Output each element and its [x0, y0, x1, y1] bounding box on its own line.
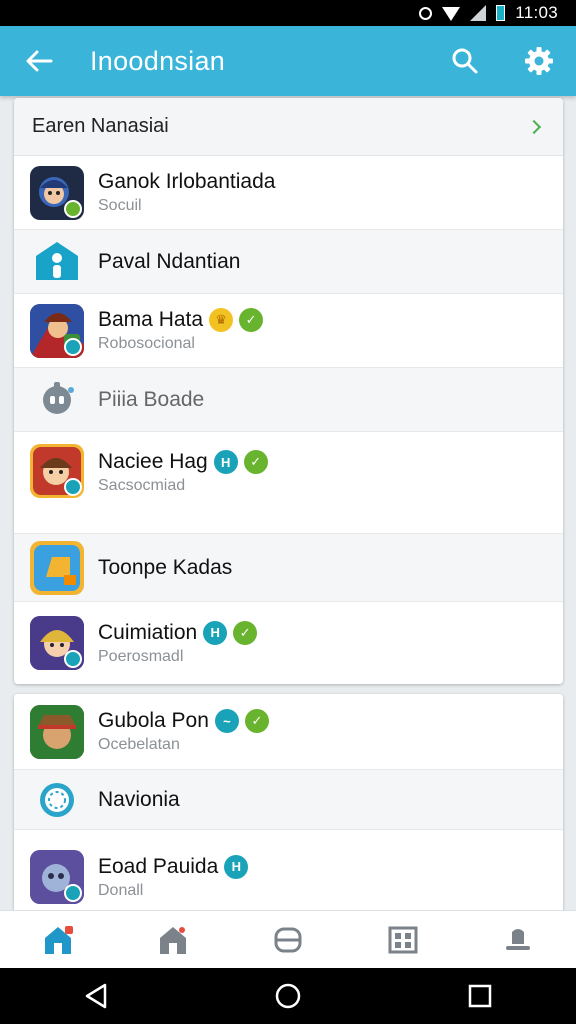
verified-icon: ✓ — [244, 709, 269, 733]
status-time: 11:03 — [515, 3, 558, 22]
app-subtitle: Donall — [98, 881, 144, 899]
app-title: Gubola Pon — [98, 709, 209, 732]
house-icon — [159, 926, 186, 954]
app-icon — [30, 303, 84, 358]
gear-icon — [525, 47, 553, 75]
chevron-right-icon — [526, 119, 542, 134]
app-icon — [30, 540, 84, 595]
compass-icon — [30, 778, 84, 822]
page-title: Inoodnsian — [90, 45, 226, 76]
triangle-back-icon — [85, 983, 107, 1009]
list-item[interactable]: Naciee Hag H ✓ Sacsocmiad — [14, 432, 563, 534]
app-icon — [30, 704, 84, 759]
app-title-row: Bama Hata ♛ ✓ — [98, 308, 264, 332]
nav-grid[interactable] — [373, 911, 433, 969]
battery-icon — [496, 5, 506, 21]
tag-icon: H — [224, 854, 249, 879]
system-recents-button[interactable] — [450, 968, 510, 1024]
list-item[interactable]: Piiia Boade — [14, 368, 563, 432]
bag-icon — [274, 927, 302, 952]
back-button[interactable] — [0, 26, 78, 96]
app-subtitle: Ocebelatan — [98, 736, 180, 753]
arrow-left-icon — [26, 50, 53, 72]
app-title: Piiia Boade — [98, 387, 205, 411]
app-subtitle: Socuil — [98, 197, 142, 214]
profile-icon — [506, 928, 531, 950]
app-title: Paval Ndantian — [98, 249, 241, 273]
grid-icon — [388, 926, 418, 953]
list-item[interactable]: Cuimiation H ✓ Poerosmadl — [14, 602, 563, 684]
status-bar: 11:03 — [0, 0, 576, 26]
nav-home[interactable] — [28, 911, 88, 969]
app-title: Naciee Hag — [98, 450, 208, 473]
app-title: Ganok Irlobantiada — [98, 170, 276, 193]
verified-icon: ✓ — [243, 450, 268, 474]
app-icon — [30, 165, 84, 220]
nav-library[interactable] — [258, 911, 318, 969]
app-title: Toonpe Kadas — [98, 555, 233, 579]
square-recents-icon — [468, 984, 492, 1008]
wifi-icon — [442, 7, 461, 21]
app-icon — [30, 616, 84, 670]
app-title-row: Gubola Pon ~ ✓ — [98, 709, 269, 733]
app-title-row: Eoad Pauida H — [98, 854, 249, 879]
user-icon — [30, 240, 84, 284]
plug-icon — [30, 378, 84, 422]
verified-icon: ✓ — [233, 620, 258, 645]
list-item[interactable]: Gubola Pon ~ ✓ Ocebelatan — [14, 694, 563, 770]
tag-icon: H — [203, 620, 228, 645]
settings-button[interactable] — [502, 26, 576, 96]
app-subtitle: Poerosmadl — [98, 647, 184, 665]
app-icon — [30, 850, 84, 904]
app-list-card: Gubola Pon ~ ✓ Ocebelatan Navionia Eoad … — [14, 694, 563, 924]
app-icon — [30, 444, 84, 498]
search-button[interactable] — [428, 26, 502, 96]
search-icon — [452, 48, 478, 74]
system-back-button[interactable] — [66, 968, 126, 1024]
app-title: Navionia — [98, 787, 180, 811]
alarm-icon — [419, 6, 433, 20]
app-bar: Inoodnsian — [0, 26, 576, 96]
app-title-row: Cuimiation H ✓ — [98, 620, 258, 645]
app-title-row: Naciee Hag H ✓ — [98, 450, 268, 474]
app-subtitle: Sacsocmiad — [98, 477, 186, 494]
tag-icon: H — [213, 450, 238, 474]
list-item[interactable]: Bama Hata ♛ ✓ Robosocional — [14, 294, 563, 368]
list-item[interactable]: Toonpe Kadas — [14, 534, 563, 602]
app-subtitle: Robosocional — [98, 335, 195, 352]
nav-profile[interactable] — [488, 911, 548, 969]
bottom-navigation — [0, 910, 576, 968]
system-home-button[interactable] — [258, 968, 318, 1024]
app-title: Bama Hata — [98, 308, 204, 331]
nav-updates[interactable] — [143, 911, 203, 969]
system-navigation — [0, 968, 576, 1024]
app-title: Eoad Pauida — [98, 854, 219, 878]
app-title: Cuimiation — [98, 620, 198, 644]
list-item[interactable]: Navionia — [14, 770, 563, 830]
tag-icon: ~ — [214, 709, 239, 733]
list-item[interactable]: Paval Ndantian — [14, 230, 563, 294]
section-header[interactable]: Earen Nanasiai — [14, 98, 563, 156]
crown-icon: ♛ — [209, 308, 234, 332]
list-item[interactable]: Ganok Irlobantiada Socuil — [14, 156, 563, 230]
verified-icon: ✓ — [239, 308, 264, 332]
signal-icon — [470, 5, 487, 21]
app-list-card: Earen Nanasiai Ganok Irlobantiada Socuil — [14, 98, 563, 684]
circle-home-icon — [275, 983, 301, 1009]
section-title: Earen Nanasiai — [32, 115, 169, 137]
home-icon — [44, 925, 73, 954]
